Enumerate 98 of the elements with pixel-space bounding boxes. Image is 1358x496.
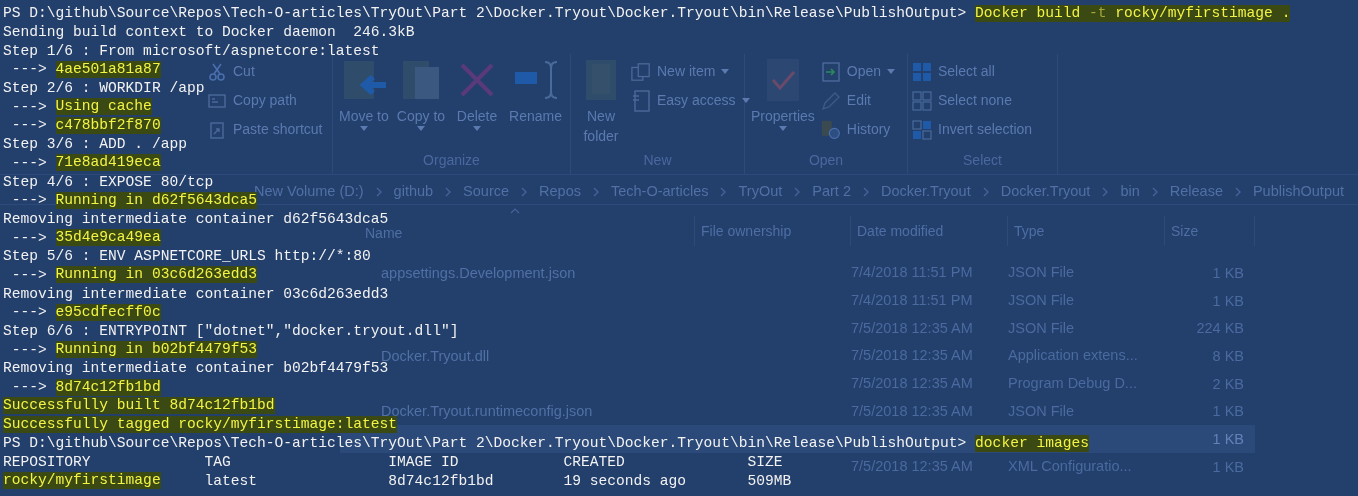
highlighted-text: 4ae501a81a87 (55, 60, 161, 78)
ribbon-button[interactable]: New folder (575, 58, 627, 150)
chevron-icon (862, 186, 869, 197)
highlighted-text: Running in b02bf4479f53 (55, 341, 257, 359)
checkmark-document-icon (765, 58, 800, 102)
ribbon-button[interactable]: Copy to (394, 58, 448, 150)
terminal-text: Removing intermediate container d62f5643dca5 (3, 211, 389, 226)
terminal-text: Step 6/6 : ENTRYPOINT ["dotnet","docker.tryout.dll"] (3, 324, 459, 339)
document-path-icon (208, 93, 226, 108)
highlighted-text: 71e8ad419eca (55, 154, 161, 172)
terminal-text: ---> (10, 267, 48, 282)
column-header[interactable]: Type (1014, 225, 1045, 237)
ribbon-button[interactable]: History (820, 118, 896, 141)
terminal-text: Step 4/6 : EXPOSE 80/tcp (3, 174, 214, 189)
highlighted-text: Successfully built 8d74c12fb1bd (3, 397, 275, 415)
breadcrumb-item[interactable]: Repos (539, 180, 581, 203)
chevron-icon (445, 186, 452, 197)
column-header[interactable]: Size (1171, 225, 1199, 237)
breadcrumb-item[interactable]: github (393, 180, 434, 203)
half-grid-icon (912, 119, 932, 140)
breadcrumb-item[interactable]: bin (1120, 180, 1140, 203)
terminal-text: Step 5/6 : ENV ASPNETCORE_URLS http://*:80 (3, 249, 371, 264)
highlighted-text: Using cache (55, 98, 152, 116)
chevron-icon (794, 186, 801, 197)
new-item-icon (631, 61, 651, 82)
breadcrumb-item[interactable]: Source (463, 180, 510, 203)
rename-icon (512, 58, 559, 102)
ribbon-button[interactable]: Paste shortcut (207, 118, 323, 141)
ribbon-button[interactable]: Properties (749, 58, 817, 150)
pencil-icon (820, 90, 841, 111)
chevron-icon (1151, 186, 1158, 197)
highlighted-text: 8d74c12fb1bd (55, 378, 161, 396)
highlighted-text: Running in 03c6d263edd3 (55, 266, 257, 284)
terminal-text: Sending build context to Docker daemon 246.3kB (3, 25, 415, 40)
terminal-text: latest 8d74c12fb1bd 19 seconds ago 509MB (203, 473, 792, 488)
clipboard-shortcut-icon (210, 120, 224, 139)
column-header[interactable]: Name (365, 226, 403, 239)
breadcrumb-item[interactable]: Docker.Tryout (880, 180, 971, 203)
breadcrumb-item[interactable]: Part 2 (812, 180, 851, 203)
highlighted-text: Running in d62f5643dca5 (55, 191, 257, 209)
terminal-text: Removing intermediate container 03c6d263edd3 (3, 286, 389, 301)
ribbon-button[interactable]: Select none (912, 89, 1033, 112)
terminal-text: ---> (10, 62, 48, 77)
highlighted-text: Docker build (975, 4, 1089, 22)
ribbon-button[interactable]: Easy access (631, 89, 750, 112)
open-icon (821, 61, 840, 82)
ribbon-button[interactable]: Copy path (207, 89, 323, 112)
breadcrumb-item[interactable]: PublishOutput (1252, 180, 1345, 203)
chevron-icon (982, 186, 989, 197)
ribbon-button[interactable]: Open (820, 60, 896, 83)
terminal-text: Step 1/6 : From microsoft/aspnetcore:latest (3, 43, 380, 58)
highlighted-text: rocky/myfirstimage . (1106, 4, 1291, 22)
ribbon-button[interactable]: Rename (507, 58, 564, 150)
column-header[interactable]: File ownership (701, 225, 792, 237)
ribbon-button[interactable]: Edit (820, 89, 896, 112)
column-header[interactable]: Date modified (857, 225, 944, 237)
terminal-text: ---> (10, 193, 48, 208)
document-icon (632, 89, 650, 112)
file-name: appsettings.Development.json (381, 264, 576, 281)
highlighted-text: e95cdfecff0c (55, 303, 161, 321)
ribbon-button[interactable]: Select all (912, 60, 1033, 83)
grid-icon (912, 61, 932, 82)
ribbon-button[interactable]: Invert selection (912, 118, 1033, 141)
ribbon-button[interactable]: Cut (207, 60, 323, 83)
terminal-text: REPOSITORY TAG IMAGE ID CREATED SIZE (3, 454, 783, 469)
highlighted-text: c478bbf2f870 (55, 116, 161, 134)
terminal-text: ---> (10, 342, 48, 357)
ribbon-button[interactable]: Delete (451, 58, 504, 150)
breadcrumb-item[interactable]: TryOut (738, 180, 783, 203)
highlighted-text: Successfully tagged rocky/myfirstimage:latest (3, 415, 398, 433)
terminal-text: ---> (10, 99, 48, 114)
breadcrumb-item[interactable]: Docker.Tryout (1000, 180, 1091, 203)
copy-folder-icon (400, 58, 441, 102)
breadcrumb-item[interactable]: Release (1169, 180, 1223, 203)
file-size: 1 KB (1212, 430, 1244, 447)
chevron-icon (375, 186, 382, 197)
terminal-text: Step 2/6 : WORKDIR /app (3, 81, 205, 96)
chevron-icon (1102, 186, 1109, 197)
empty-grid-icon (912, 90, 932, 111)
terminal-text: Step 3/6 : ADD . /app (3, 137, 187, 152)
breadcrumb-item[interactable]: Tech-O-articles (611, 180, 709, 203)
chevron-icon (720, 186, 727, 197)
ribbon-button[interactable]: Move to (337, 58, 391, 150)
folder-arrow-icon (341, 58, 386, 102)
chevron-icon (593, 186, 599, 197)
ribbon-button[interactable]: New item (631, 60, 750, 83)
terminal-text: ---> (10, 155, 48, 170)
scissors-icon (209, 62, 225, 81)
terminal-text: PS D:\github\Source\Repos\Tech-O-articles\TryOut\Part 2\Docker.Tryout\Docker.Tryout\bin\Release\PublishOutput> (3, 6, 968, 21)
chevron-icon (521, 186, 528, 197)
chevron-icon (1234, 186, 1241, 197)
highlighted-text: 35d4e9ca49ea (55, 229, 161, 247)
terminal-text: ---> (10, 118, 48, 133)
terminal-text: ---> (10, 305, 48, 320)
highlighted-text: rocky/myfirstimage (3, 472, 161, 490)
terminal-text: ---> (10, 380, 48, 395)
terminal-text: PS D:\github\Source\Repos\Tech-O-articles\TryOut\Part 2\Docker.Tryout\Docker.Tryout\bin\Release\PublishOutput> (3, 436, 968, 451)
terminal-text: ---> (10, 230, 48, 245)
